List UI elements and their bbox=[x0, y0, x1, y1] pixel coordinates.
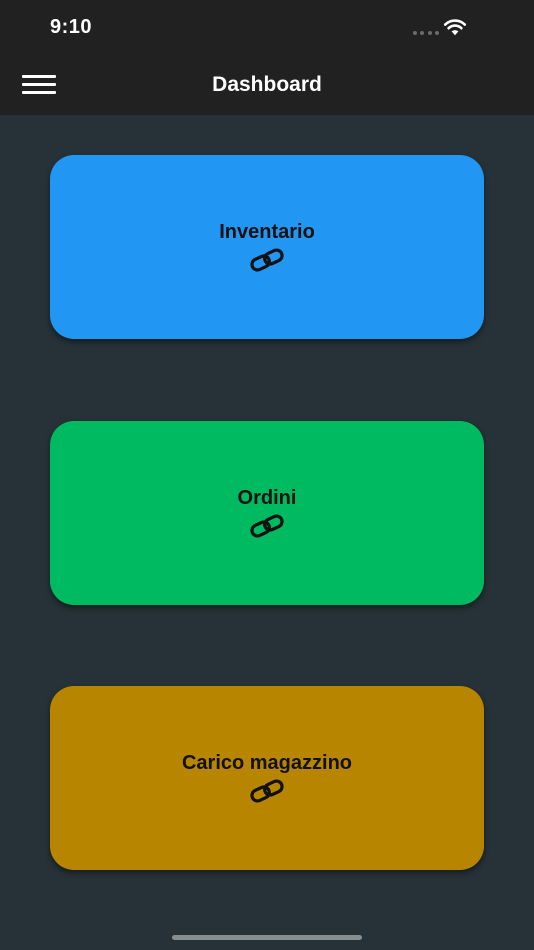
card-inventario[interactable]: Inventario bbox=[50, 155, 484, 339]
link-icon bbox=[250, 514, 284, 538]
dashboard-content: Inventario Ordini Carico magazzino bbox=[0, 115, 534, 950]
link-icon bbox=[250, 248, 284, 272]
status-bar: 9:10 bbox=[0, 0, 534, 56]
app-bar: Dashboard bbox=[0, 56, 534, 115]
card-label-inventario: Inventario bbox=[219, 221, 315, 243]
page-title: Dashboard bbox=[212, 73, 322, 96]
card-label-ordini: Ordini bbox=[237, 487, 297, 509]
status-time: 9:10 bbox=[50, 16, 93, 38]
card-carico-magazzino[interactable]: Carico magazzino bbox=[50, 686, 484, 870]
link-icon bbox=[250, 779, 284, 803]
card-label-carico-magazzino: Carico magazzino bbox=[181, 752, 353, 774]
wifi-icon bbox=[443, 19, 467, 36]
card-ordini[interactable]: Ordini bbox=[50, 421, 484, 605]
cellular-signal-icon bbox=[413, 31, 439, 35]
home-indicator[interactable] bbox=[172, 935, 362, 940]
